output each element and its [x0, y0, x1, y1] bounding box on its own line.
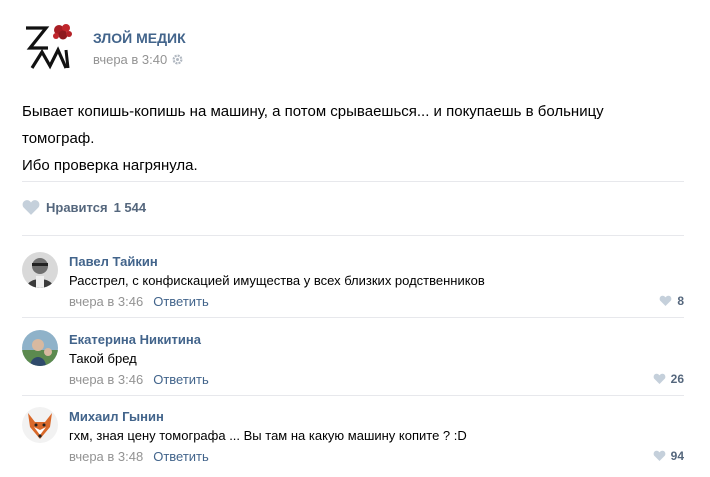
heart-icon — [22, 199, 40, 215]
group-name[interactable]: ЗЛОЙ МЕДИК — [93, 30, 186, 46]
comment-like-count: 26 — [670, 372, 684, 386]
heart-icon — [659, 295, 672, 306]
reply-button[interactable]: Ответить — [153, 294, 209, 309]
comment-time[interactable]: вчера в 3:48 — [69, 449, 143, 464]
heart-icon — [653, 450, 666, 461]
comment-like-count: 8 — [677, 294, 684, 308]
zm-logo-icon — [26, 24, 72, 70]
post-time-text[interactable]: вчера в 3:40 — [93, 52, 167, 67]
comment: Павел Тайкин Расстрел, с конфискацией им… — [22, 252, 684, 322]
heart-icon — [653, 373, 666, 384]
reply-button[interactable]: Ответить — [153, 449, 209, 464]
comment: Михаил Гынин гхм, зная цену томографа ..… — [22, 407, 684, 477]
comment-time[interactable]: вчера в 3:46 — [69, 372, 143, 387]
reply-button[interactable]: Ответить — [153, 372, 209, 387]
gear-icon[interactable] — [172, 53, 183, 65]
comment-text: Расстрел, с конфискацией имущества у все… — [69, 273, 485, 288]
comment-meta: вчера в 3:48 Ответить — [69, 449, 209, 464]
like-count: 1 544 — [113, 200, 147, 215]
comment-meta: вчера в 3:46 Ответить — [69, 372, 209, 387]
avatar[interactable] — [22, 330, 58, 366]
like-button[interactable]: Нравится 1 544 — [22, 199, 146, 215]
comment-meta: вчера в 3:46 Ответить — [69, 294, 209, 309]
divider — [22, 317, 684, 318]
like-label: Нравится — [46, 200, 108, 215]
comment-like-count: 94 — [670, 449, 684, 463]
comment-author[interactable]: Павел Тайкин — [69, 254, 158, 269]
comment-like-button[interactable]: 26 — [653, 372, 684, 386]
comment-text: гхм, зная цену томографа ... Вы там на к… — [69, 428, 467, 443]
divider — [22, 235, 684, 236]
comment-text: Такой бред — [69, 351, 137, 366]
divider — [22, 181, 684, 182]
avatar[interactable] — [22, 252, 58, 288]
comment-author[interactable]: Михаил Гынин — [69, 409, 164, 424]
comment-time[interactable]: вчера в 3:46 — [69, 294, 143, 309]
divider — [22, 395, 684, 396]
comment: Екатерина Никитина Такой бред вчера в 3:… — [22, 330, 684, 400]
post-text-line: Бывает копишь-копишь на машину, а потом … — [22, 103, 604, 120]
avatar[interactable] — [22, 407, 58, 443]
comment-like-button[interactable]: 94 — [653, 449, 684, 463]
group-avatar[interactable] — [22, 20, 74, 72]
post-text-line: томограф. — [22, 130, 95, 147]
post-text: Бывает копишь-копишь на машину, а потом … — [22, 98, 682, 179]
comment-author[interactable]: Екатерина Никитина — [69, 332, 201, 347]
post-time[interactable]: вчера в 3:40 — [93, 52, 183, 67]
post-text-line: Ибо проверка нагрянула. — [22, 157, 198, 174]
comment-like-button[interactable]: 8 — [659, 294, 684, 308]
